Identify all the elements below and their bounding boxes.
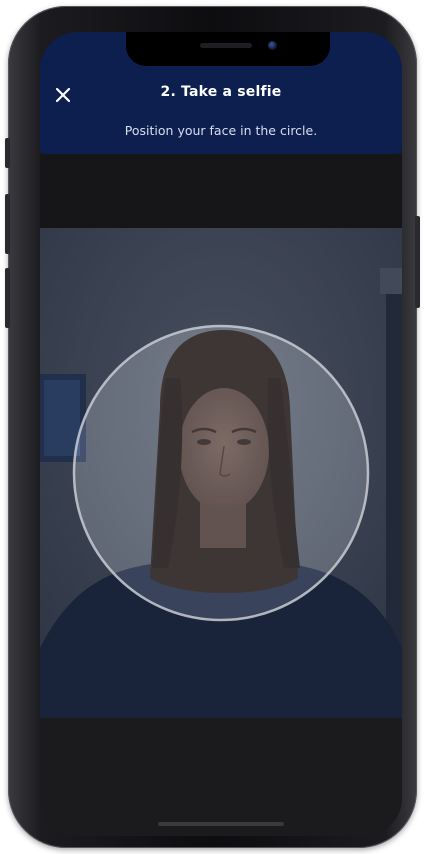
camera-top-bar: [40, 154, 402, 228]
instruction-text: Position your face in the circle.: [124, 123, 318, 138]
power-button: [415, 216, 420, 308]
volume-down-button: [5, 268, 10, 328]
phone-screen: 2. Take a selfie Position your face in t…: [40, 32, 402, 836]
front-camera-lens: [268, 41, 277, 50]
silent-switch: [5, 138, 10, 168]
camera-feed: [40, 228, 402, 718]
home-indicator[interactable]: [158, 822, 284, 826]
volume-up-button: [5, 194, 10, 254]
earpiece-speaker: [200, 43, 252, 48]
notch: [126, 32, 330, 66]
phone-frame: 2. Take a selfie Position your face in t…: [5, 6, 420, 848]
camera-controls-area: [40, 718, 402, 836]
camera-preview: [40, 228, 402, 718]
page-title: 2. Take a selfie: [160, 84, 282, 100]
